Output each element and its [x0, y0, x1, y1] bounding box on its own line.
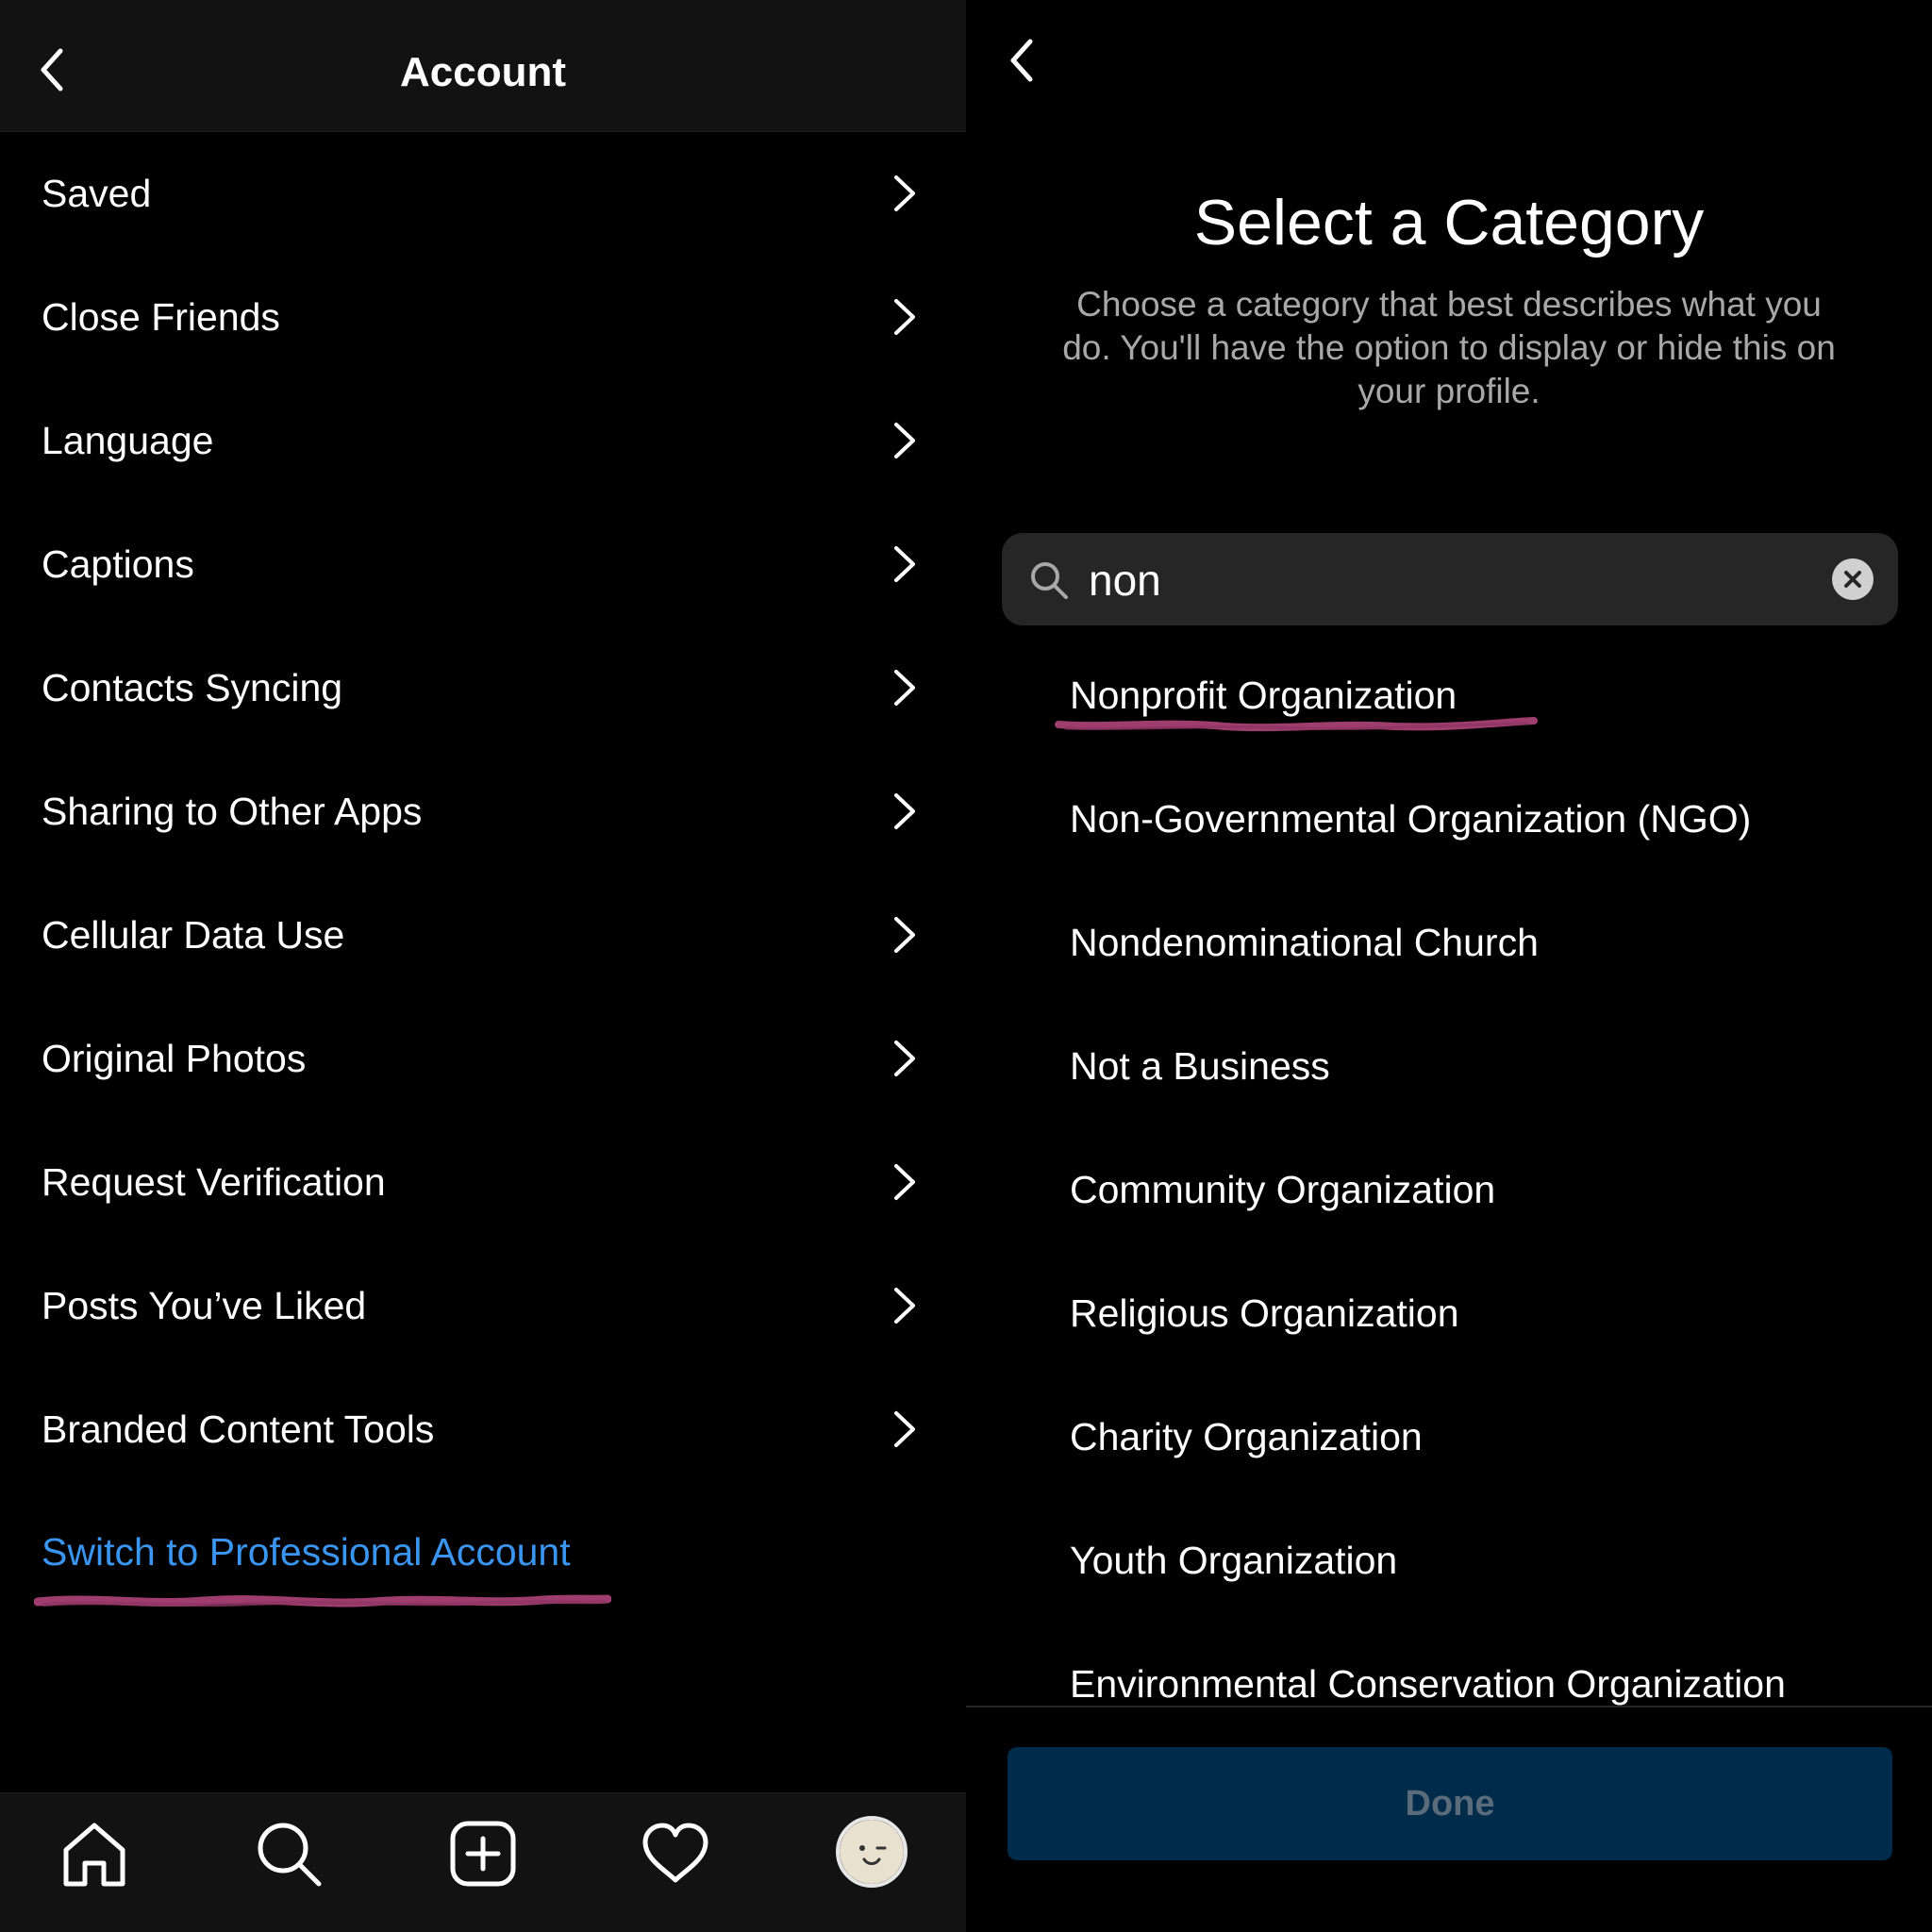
menu-item-original-photos[interactable]: Original Photos — [0, 997, 966, 1121]
activity-heart-icon[interactable] — [638, 1816, 713, 1891]
chevron-right-icon — [894, 175, 915, 211]
chevron-right-icon — [894, 1164, 915, 1200]
bottom-tab-bar — [0, 1792, 966, 1932]
menu-item-contacts-syncing[interactable]: Contacts Syncing — [0, 626, 966, 750]
search-input-value[interactable]: non — [1089, 556, 1161, 605]
divider — [966, 1706, 1932, 1707]
chevron-right-icon — [894, 546, 915, 582]
close-icon — [1844, 571, 1861, 588]
category-title: Select a Category — [1193, 187, 1705, 258]
chevron-right-icon — [894, 1041, 915, 1076]
account-menu: Saved Close Friends Language Captions Co… — [0, 132, 966, 1491]
menu-item-cellular-data-use[interactable]: Cellular Data Use — [0, 874, 966, 997]
select-category-panel: Select a Category Choose a category that… — [966, 0, 1932, 1932]
category-option[interactable]: Charity Organization — [1070, 1408, 1423, 1465]
chevron-right-icon — [894, 299, 915, 335]
menu-item-label: Captions — [42, 542, 194, 586]
page-title: Account — [400, 49, 566, 95]
menu-item-sharing-to-other-apps[interactable]: Sharing to Other Apps — [0, 750, 966, 874]
highlight-underline — [1055, 717, 1538, 732]
chevron-right-icon — [894, 423, 915, 458]
menu-item-label: Cellular Data Use — [42, 913, 345, 957]
highlight-underline — [34, 1594, 611, 1607]
category-option[interactable]: Environmental Conservation Organization — [1070, 1656, 1786, 1706]
menu-item-captions[interactable]: Captions — [0, 503, 966, 626]
menu-item-label: Close Friends — [42, 295, 280, 339]
menu-item-label: Language — [42, 419, 214, 462]
home-icon[interactable] — [57, 1816, 132, 1891]
menu-item-posts-youve-liked[interactable]: Posts You’ve Liked — [0, 1244, 966, 1368]
menu-item-close-friends[interactable]: Close Friends — [0, 256, 966, 379]
chevron-right-icon — [894, 793, 915, 829]
category-option[interactable]: Religious Organization — [1070, 1285, 1459, 1341]
menu-item-saved[interactable]: Saved — [0, 132, 966, 256]
menu-item-branded-content-tools[interactable]: Branded Content Tools — [0, 1368, 966, 1491]
menu-item-request-verification[interactable]: Request Verification — [0, 1121, 966, 1244]
menu-item-label: Posts You’ve Liked — [42, 1284, 367, 1327]
done-button[interactable]: Done — [1008, 1747, 1892, 1860]
category-option[interactable]: Community Organization — [1070, 1161, 1495, 1218]
menu-item-label: Contacts Syncing — [42, 666, 343, 709]
chevron-right-icon — [894, 1288, 915, 1324]
category-option[interactable]: Nondenominational Church — [1070, 914, 1539, 971]
account-header: Account — [0, 0, 966, 132]
menu-item-label: Original Photos — [42, 1037, 307, 1080]
chevron-right-icon — [894, 670, 915, 706]
account-settings-panel: Account Saved Close Friends Language Cap… — [0, 0, 966, 1932]
menu-item-label: Request Verification — [42, 1160, 386, 1204]
switch-to-professional-link[interactable]: Switch to Professional Account — [42, 1528, 571, 1575]
search-icon[interactable] — [251, 1816, 326, 1891]
category-option[interactable]: Not a Business — [1070, 1038, 1330, 1094]
category-option[interactable]: Youth Organization — [1070, 1532, 1397, 1589]
category-search-field[interactable]: non — [1002, 533, 1898, 625]
clear-search-button[interactable] — [1832, 558, 1874, 600]
category-results-list: Nonprofit Organization Non-Governmental … — [966, 660, 1932, 1706]
chevron-right-icon — [894, 917, 915, 953]
back-arrow-icon[interactable] — [1004, 34, 1041, 87]
menu-item-language[interactable]: Language — [0, 379, 966, 503]
menu-item-label: Sharing to Other Apps — [42, 790, 423, 833]
search-icon — [1031, 562, 1068, 599]
menu-item-label: Branded Content Tools — [42, 1407, 435, 1451]
profile-avatar[interactable] — [836, 1816, 908, 1888]
menu-item-label: Saved — [42, 172, 152, 215]
avatar-face-icon — [840, 1820, 904, 1884]
category-description: Choose a category that best describes wh… — [1062, 285, 1836, 410]
new-post-icon[interactable] — [445, 1816, 521, 1891]
chevron-right-icon — [894, 1411, 915, 1447]
category-option[interactable]: Non-Governmental Organization (NGO) — [1070, 791, 1751, 847]
